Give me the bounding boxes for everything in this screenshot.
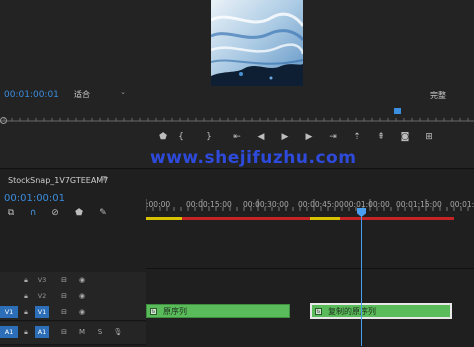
fx-badge-icon: fx: [150, 308, 157, 315]
track-label[interactable]: V1: [35, 306, 49, 318]
program-timecode[interactable]: 00:01:00:01: [4, 90, 59, 100]
lock-icon[interactable]: 🔒︎: [20, 326, 32, 338]
wrench-icon[interactable]: ✎: [96, 206, 110, 220]
lock-icon[interactable]: 🔒︎: [20, 290, 32, 302]
track-header-v1: V1 🔒︎ V1 ⊟ ◉: [0, 304, 146, 321]
sync-lock-icon[interactable]: ⊟: [58, 290, 70, 302]
ruler-label: 00:01:00:00: [344, 200, 390, 209]
sync-lock-icon[interactable]: ⊟: [58, 326, 70, 338]
add-marker-icon[interactable]: ⬟: [72, 206, 86, 220]
lock-icon[interactable]: 🔒︎: [20, 274, 32, 286]
marker-icon[interactable]: ⬟: [156, 130, 170, 144]
video-preview: [211, 0, 303, 86]
sync-lock-icon[interactable]: ⊟: [58, 306, 70, 318]
mute-button[interactable]: M: [76, 326, 88, 338]
lock-icon[interactable]: 🔒︎: [20, 306, 32, 318]
timeline-timecode[interactable]: 00:01:00:01: [4, 193, 65, 204]
timeline-playhead-line[interactable]: [361, 210, 362, 346]
eye-icon[interactable]: ◉: [76, 274, 88, 286]
panel-menu-icon[interactable]: ≡: [100, 174, 108, 184]
linked-selection-icon[interactable]: ⊘: [48, 206, 62, 220]
ruler-label: 00:01:15:00: [396, 200, 442, 209]
timeline-clip-selected[interactable]: fx 复制的原序列: [310, 303, 452, 319]
clip-label: 原序列: [163, 307, 187, 316]
source-patch-label: A1: [4, 328, 14, 336]
monitor-playhead[interactable]: [394, 108, 401, 114]
extract-icon[interactable]: ⇞: [374, 130, 388, 144]
ruler-label: 00:00:45:00: [298, 200, 344, 209]
snap-icon[interactable]: ∩: [26, 206, 40, 220]
microphone-icon[interactable]: 🎙︎: [112, 326, 124, 338]
source-patch-label: V1: [4, 308, 14, 316]
go-to-in-icon[interactable]: ⇤: [230, 130, 244, 144]
track-label[interactable]: V2: [35, 290, 49, 302]
fit-dropdown-value: 适合: [74, 90, 90, 99]
ruler-label: 00:00:30:00: [243, 200, 289, 209]
monitor-time-ruler[interactable]: [0, 110, 474, 122]
fx-badge-icon: fx: [315, 308, 322, 315]
watermark-text: www.shejifuzhu.com: [150, 148, 357, 168]
track-header-a1: A1 🔒︎ A1 ⊟ M S 🎙︎: [0, 322, 146, 345]
go-to-out-icon[interactable]: ⇥: [326, 130, 340, 144]
track-header-v3: 🔒︎ V3 ⊟ ◉: [0, 272, 146, 289]
playback-resolution-dropdown[interactable]: 完整: [430, 90, 446, 101]
preview-image: [211, 0, 303, 86]
lift-icon[interactable]: ⇡: [350, 130, 364, 144]
step-back-icon[interactable]: ◀: [254, 130, 268, 144]
timeline-clip[interactable]: fx 原序列: [146, 304, 290, 318]
track-label[interactable]: A1: [35, 326, 49, 338]
chevron-down-icon: ⌄: [120, 88, 126, 96]
render-bar-segment: [146, 217, 182, 220]
ruler-label: :00:00: [146, 200, 171, 209]
source-patch-v1[interactable]: V1: [0, 306, 18, 318]
sequence-tab[interactable]: StockSnap_1V7GTEEAM7: [8, 176, 108, 185]
zoom-scroll-handle[interactable]: [0, 117, 7, 124]
fit-dropdown[interactable]: 适合 ⌄: [74, 88, 126, 100]
ruler-label: 00:00:15:00: [186, 200, 232, 209]
track-label[interactable]: V3: [35, 274, 49, 286]
source-patch-a1[interactable]: A1: [0, 326, 18, 338]
solo-button[interactable]: S: [94, 326, 106, 338]
out-point-icon[interactable]: }: [202, 130, 216, 144]
eye-icon[interactable]: ◉: [76, 290, 88, 302]
button-editor-icon[interactable]: ⊞: [422, 130, 436, 144]
render-bar: [146, 217, 454, 220]
in-point-icon[interactable]: {: [174, 130, 188, 144]
step-forward-icon[interactable]: ▶: [302, 130, 316, 144]
sync-lock-icon[interactable]: ⊟: [58, 274, 70, 286]
track-divider: [146, 268, 474, 269]
render-bar-segment: [310, 217, 340, 220]
nest-toggle-icon[interactable]: ⧉: [4, 206, 18, 220]
eye-icon[interactable]: ◉: [76, 306, 88, 318]
play-icon[interactable]: ▶: [278, 130, 292, 144]
export-frame-icon[interactable]: ◙: [398, 130, 412, 144]
ruler-label: 00:01:30: [450, 200, 474, 209]
track-header-v2: 🔒︎ V2 ⊟ ◉: [0, 288, 146, 305]
clip-label: 复制的原序列: [328, 307, 376, 316]
